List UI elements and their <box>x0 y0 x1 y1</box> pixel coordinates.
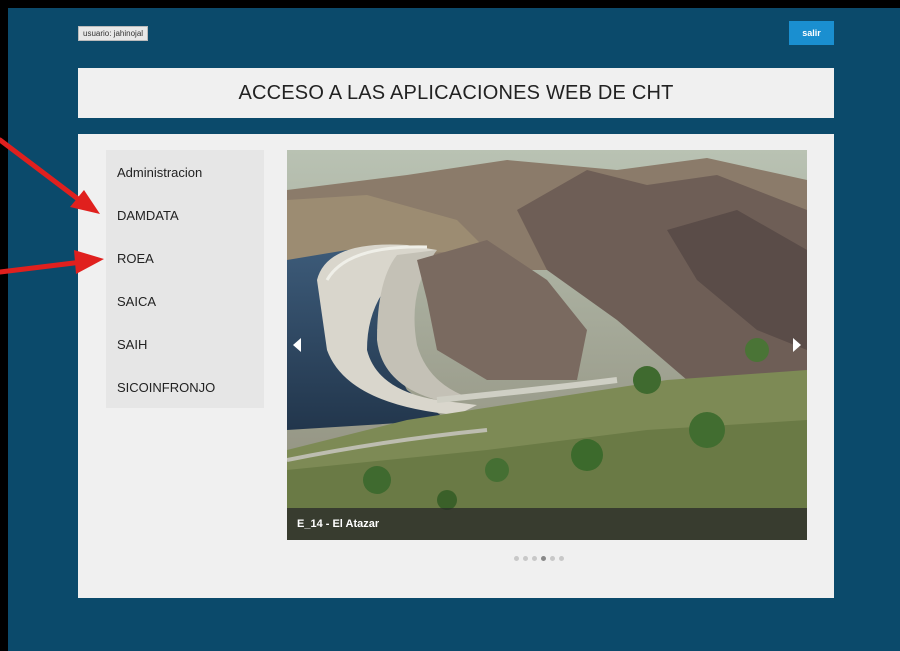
image-carousel: E_14 - El Atazar <box>287 150 807 540</box>
page-header: ACCESO A LAS APLICACIONES WEB DE CHT <box>78 68 834 118</box>
carousel-dot-active[interactable] <box>541 556 546 561</box>
carousel-prev-arrow[interactable] <box>293 338 301 352</box>
menu-item-sicoinfronjo[interactable]: SICOINFRONJO <box>117 380 215 395</box>
carousel-dot[interactable] <box>514 556 519 561</box>
menu-item-saica[interactable]: SAICA <box>117 294 156 309</box>
menu-item-roea[interactable]: ROEA <box>117 251 154 266</box>
menu-item-damdata[interactable]: DAMDATA <box>117 208 179 223</box>
carousel-dot[interactable] <box>532 556 537 561</box>
slide-caption: E_14 - El Atazar <box>287 508 807 540</box>
carousel-dot[interactable] <box>523 556 528 561</box>
page-title: ACCESO A LAS APLICACIONES WEB DE CHT <box>238 81 674 104</box>
menu-item-administracion[interactable]: Administracion <box>117 165 202 180</box>
dam-landscape-photo <box>287 150 807 540</box>
carousel-dot[interactable] <box>559 556 564 561</box>
logout-button[interactable]: salir <box>789 21 834 45</box>
app-menu: Administracion DAMDATA ROEA SAICA SAIH S… <box>106 150 264 408</box>
main-panel: Administracion DAMDATA ROEA SAICA SAIH S… <box>78 134 834 598</box>
user-badge: usuario: jahinojal <box>78 26 149 41</box>
carousel-dot[interactable] <box>550 556 555 561</box>
carousel-pagination <box>514 556 564 561</box>
carousel-next-arrow[interactable] <box>793 338 801 352</box>
menu-item-saih[interactable]: SAIH <box>117 337 147 352</box>
